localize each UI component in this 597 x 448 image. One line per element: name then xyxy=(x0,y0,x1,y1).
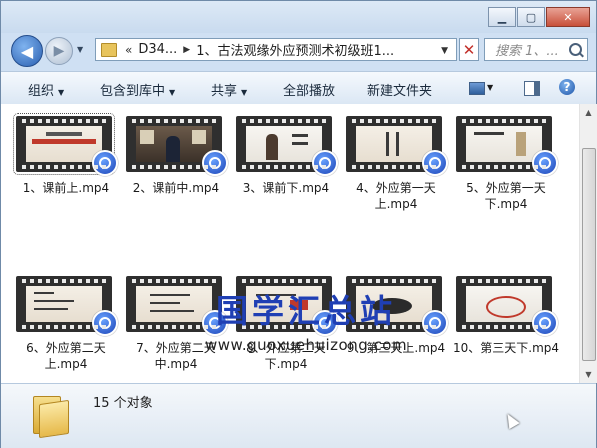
explorer-window: ▁ ▢ ✕ ◀ ▶ ▼ « D34... ▶ 1、古法观缘外应预测术初级班1..… xyxy=(0,0,597,448)
file-tile[interactable]: 10、第三天下.mp4 xyxy=(451,264,561,374)
file-name: 5、外应第一天下.mp4 xyxy=(466,181,546,211)
file-tile[interactable]: 1、课前上.mp4 xyxy=(11,104,121,214)
forward-button[interactable]: ▶ xyxy=(45,37,73,65)
forward-arrow-icon: ▶ xyxy=(53,43,65,59)
video-thumbnail xyxy=(13,113,118,176)
file-name: 3、课前下.mp4 xyxy=(242,181,330,195)
new-folder-button[interactable]: 新建文件夹 xyxy=(367,80,432,99)
play-badge-icon xyxy=(532,310,558,336)
play-badge-icon xyxy=(202,150,228,176)
thumbnail-frame xyxy=(356,126,432,162)
share-menu[interactable]: 共享 ▼ xyxy=(211,80,247,99)
play-badge-icon xyxy=(422,150,448,176)
back-arrow-icon: ◀ xyxy=(20,41,34,61)
video-thumbnail xyxy=(236,116,338,176)
file-tile[interactable]: 3、课前下.mp4 xyxy=(231,104,341,214)
play-badge-icon xyxy=(92,150,118,176)
file-name: 10、第三天下.mp4 xyxy=(452,341,560,355)
maximize-button[interactable]: ▢ xyxy=(517,7,545,27)
chevron-down-icon: ▼ xyxy=(241,88,248,97)
file-name: 1、课前上.mp4 xyxy=(22,181,110,195)
watermark-title: 国学汇总站 xyxy=(215,292,396,330)
breadcrumb-segment-drive[interactable]: D34... xyxy=(138,42,177,57)
watermark-url: www.guoxuehuizong.com xyxy=(204,336,408,354)
organize-label: 组织 xyxy=(28,84,55,99)
file-list-pane[interactable]: 1、课前上.mp4 2、课前中.mp4 3、课前下.mp4 4、外应第一天上.m… xyxy=(1,104,579,383)
thumbnail-frame xyxy=(466,126,542,162)
folder-icon xyxy=(33,394,69,439)
search-icon[interactable] xyxy=(569,43,582,56)
breadcrumb-separator-icon[interactable]: ▶ xyxy=(183,45,190,55)
include-library-label: 包含到库中 xyxy=(100,84,166,99)
chevron-down-icon: ▼ xyxy=(58,88,65,97)
file-tile[interactable]: 4、外应第一天上.mp4 xyxy=(341,104,451,214)
play-all-button[interactable]: 全部播放 xyxy=(283,80,335,99)
play-badge-icon xyxy=(92,310,118,336)
search-input[interactable]: 搜索 1、... xyxy=(484,38,588,61)
file-name: 6、外应第二天上.mp4 xyxy=(26,341,106,371)
view-options-dropdown[interactable]: ▼ xyxy=(487,83,493,92)
thumbnail-frame xyxy=(26,126,102,162)
close-button[interactable]: ✕ xyxy=(546,7,590,27)
scroll-up-icon[interactable]: ▲ xyxy=(580,104,597,121)
address-dropdown-icon[interactable]: ▼ xyxy=(441,46,448,56)
clear-address-button[interactable]: ✕ xyxy=(459,38,479,61)
item-count: 15 个对象 xyxy=(93,396,153,411)
caption-buttons: ▁ ▢ ✕ xyxy=(488,7,590,27)
file-tile[interactable]: 2、课前中.mp4 xyxy=(121,104,231,214)
help-icon[interactable]: ? xyxy=(559,79,575,95)
include-library-menu[interactable]: 包含到库中 ▼ xyxy=(100,80,175,99)
play-badge-icon xyxy=(532,150,558,176)
minimize-button[interactable]: ▁ xyxy=(488,7,516,27)
title-bar: ▁ ▢ ✕ xyxy=(1,1,596,33)
back-button[interactable]: ◀ xyxy=(11,35,43,67)
thumbnail-frame xyxy=(136,126,212,162)
thumbnail-frame xyxy=(246,126,322,162)
scroll-thumb[interactable] xyxy=(582,148,596,361)
file-tile[interactable]: 5、外应第一天下.mp4 xyxy=(451,104,561,214)
watermark: 国学汇总站 www.guoxuehuizong.com xyxy=(176,286,436,354)
folder-icon xyxy=(101,42,117,57)
recent-pages-dropdown[interactable]: ▼ xyxy=(77,45,83,54)
thumbnail-frame xyxy=(26,286,102,322)
file-tile[interactable]: 6、外应第二天上.mp4 xyxy=(11,264,121,374)
breadcrumb-segment-folder[interactable]: 1、古法观缘外应预测术初级班1... xyxy=(196,40,394,59)
thumbnail-frame xyxy=(466,286,542,322)
command-toolbar: 组织 ▼ 包含到库中 ▼ 共享 ▼ 全部播放 新建文件夹 ▼ ? xyxy=(1,71,596,105)
search-placeholder: 搜索 1、... xyxy=(495,44,559,59)
navigation-bar: ◀ ▶ ▼ « D34... ▶ 1、古法观缘外应预测术初级班1... ▼ ✕ … xyxy=(1,33,596,69)
video-thumbnail xyxy=(346,116,448,176)
breadcrumb-overflow[interactable]: « xyxy=(125,43,132,57)
address-bar[interactable]: « D34... ▶ 1、古法观缘外应预测术初级班1... ▼ xyxy=(95,38,457,61)
video-thumbnail xyxy=(456,116,558,176)
view-icon[interactable] xyxy=(469,82,485,95)
video-thumbnail xyxy=(16,276,118,336)
organize-menu[interactable]: 组织 ▼ xyxy=(28,80,64,99)
vertical-scrollbar[interactable]: ▲ ▼ xyxy=(579,104,597,383)
share-label: 共享 xyxy=(211,84,238,99)
video-thumbnail xyxy=(456,276,558,336)
file-name: 2、课前中.mp4 xyxy=(132,181,220,195)
preview-pane-icon[interactable] xyxy=(524,81,540,96)
chevron-down-icon: ▼ xyxy=(169,88,176,97)
video-thumbnail xyxy=(126,116,228,176)
scroll-down-icon[interactable]: ▼ xyxy=(580,366,597,383)
file-name: 4、外应第一天上.mp4 xyxy=(356,181,436,211)
play-badge-icon xyxy=(312,150,338,176)
